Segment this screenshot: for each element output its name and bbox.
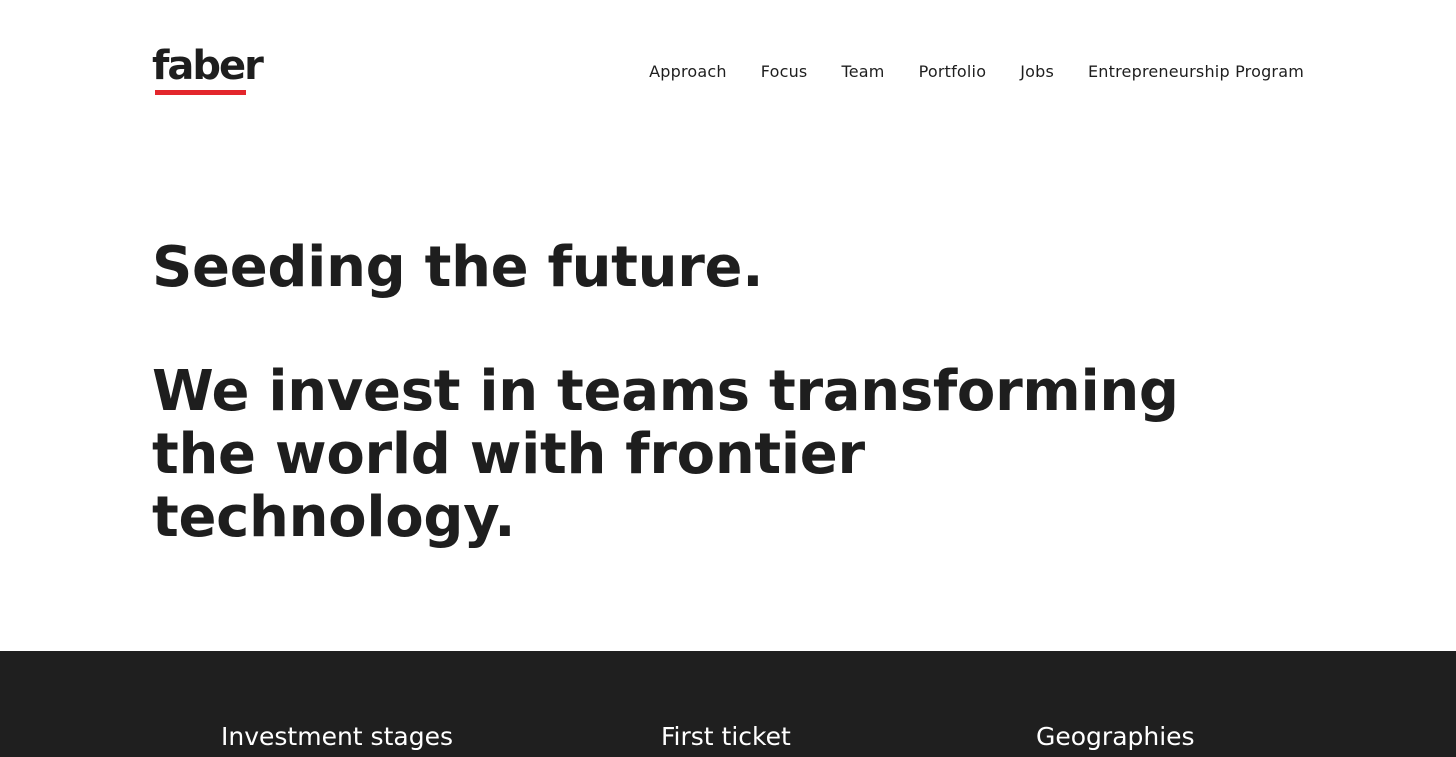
hero-subheadline: We invest in teams transforming the worl…: [152, 359, 1179, 550]
stats-band: Investment stages First ticket Geographi…: [0, 651, 1456, 757]
faber-logo[interactable]: faber: [152, 43, 264, 100]
nav-item-portfolio[interactable]: Portfolio: [919, 60, 987, 84]
nav-item-jobs[interactable]: Jobs: [1020, 60, 1054, 84]
nav-item-focus[interactable]: Focus: [761, 60, 808, 84]
stat-heading-first-ticket: First ticket: [661, 722, 791, 751]
main-nav: Approach Focus Team Portfolio Jobs Entre…: [649, 60, 1304, 84]
nav-item-team[interactable]: Team: [841, 60, 884, 84]
nav-item-approach[interactable]: Approach: [649, 60, 727, 84]
hero-headline: Seeding the future.: [152, 235, 764, 300]
hero-section: Seeding the future. We invest in teams t…: [152, 235, 1212, 550]
nav-item-entrepreneurship-program[interactable]: Entrepreneurship Program: [1088, 60, 1304, 84]
page: faber Approach Focus Team Portfolio Jobs…: [0, 0, 1456, 757]
logo-wordmark: faber: [152, 43, 264, 89]
logo-underline-bar: [155, 90, 246, 95]
stat-heading-investment-stages: Investment stages: [221, 722, 453, 751]
stat-heading-geographies: Geographies: [1036, 722, 1195, 751]
